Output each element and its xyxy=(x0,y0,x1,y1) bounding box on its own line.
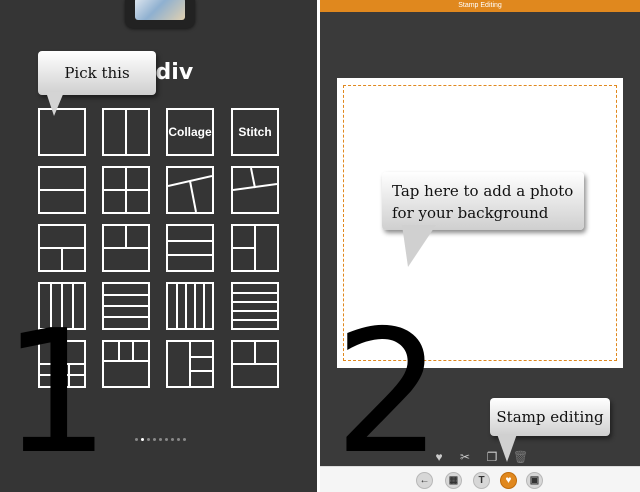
divider xyxy=(125,110,127,154)
pick-this-callout-tail xyxy=(46,92,64,116)
page-dot xyxy=(183,438,186,441)
divider xyxy=(168,240,212,242)
divider xyxy=(104,305,148,307)
divider xyxy=(132,342,134,360)
page-dot xyxy=(159,438,162,441)
layout-diagonal-lines xyxy=(168,175,212,212)
layout-angled-three[interactable] xyxy=(231,166,279,214)
divider xyxy=(189,342,191,386)
divider xyxy=(125,226,127,247)
app-icon xyxy=(125,0,195,28)
app-icon-image xyxy=(135,0,185,20)
divider xyxy=(233,310,277,312)
divider xyxy=(118,342,120,360)
page-indicator[interactable] xyxy=(135,438,186,441)
layout-right-stack[interactable] xyxy=(166,340,214,388)
divider xyxy=(61,247,63,270)
divider xyxy=(194,284,196,328)
divider xyxy=(104,247,148,249)
step-number-1: 1 xyxy=(2,294,111,492)
layout-collage[interactable]: Collage xyxy=(166,108,214,156)
divider xyxy=(185,284,187,328)
layout-five-columns[interactable] xyxy=(166,282,214,330)
save-icon[interactable]: ▣ xyxy=(526,472,543,489)
divider xyxy=(233,292,277,294)
divider xyxy=(104,294,148,296)
layout-top-split[interactable] xyxy=(102,224,150,272)
layout-angled-lines xyxy=(233,168,277,191)
divider xyxy=(40,189,84,191)
divider xyxy=(254,226,256,270)
add-photo-callout: Tap here to add a photo for your backgro… xyxy=(382,172,584,230)
layout-five-rows[interactable] xyxy=(231,282,279,330)
divider xyxy=(189,370,212,372)
divider xyxy=(254,342,256,363)
scissors-icon[interactable]: ✂ xyxy=(458,450,472,464)
stamp-editing-callout: Stamp editing xyxy=(490,398,610,436)
window-title: Stamp Editing xyxy=(320,0,640,12)
divider xyxy=(104,189,148,191)
page-dot xyxy=(147,438,150,441)
divider xyxy=(203,284,205,328)
layout-three-horizontal[interactable] xyxy=(166,224,214,272)
layout-collage-label: Collage xyxy=(168,125,212,139)
layout-left-stack[interactable] xyxy=(231,340,279,388)
layout-left-split[interactable] xyxy=(38,224,86,272)
page-dot xyxy=(177,438,180,441)
stamp-editing-callout-tail xyxy=(497,434,517,462)
layout-right-split[interactable] xyxy=(231,224,279,272)
heart-stamp-icon[interactable]: ♥ xyxy=(500,472,517,489)
layout-two-horizontal[interactable] xyxy=(38,166,86,214)
divider xyxy=(189,356,212,358)
grid-icon[interactable]: ▦ xyxy=(445,472,462,489)
page-dot xyxy=(135,438,138,441)
divider xyxy=(233,301,277,303)
layout-diagonal-three[interactable] xyxy=(166,166,214,214)
divider xyxy=(233,247,254,249)
page-dot-active xyxy=(141,438,144,441)
divider xyxy=(233,319,277,321)
layout-stitch[interactable]: Stitch xyxy=(231,108,279,156)
step-number-2: 2 xyxy=(334,294,443,492)
divider xyxy=(233,363,277,365)
pick-this-callout: Pick this xyxy=(38,51,156,95)
layout-four-grid[interactable] xyxy=(102,166,150,214)
layout-stitch-label: Stitch xyxy=(238,125,272,139)
text-icon[interactable]: T xyxy=(473,472,490,489)
page-dot xyxy=(153,438,156,441)
page-dot xyxy=(171,438,174,441)
divider xyxy=(104,360,148,362)
add-photo-callout-tail xyxy=(402,225,436,267)
layout-two-vertical[interactable] xyxy=(102,108,150,156)
page-dot xyxy=(165,438,168,441)
divider xyxy=(104,316,148,318)
divider xyxy=(168,254,212,256)
divider xyxy=(176,284,178,328)
